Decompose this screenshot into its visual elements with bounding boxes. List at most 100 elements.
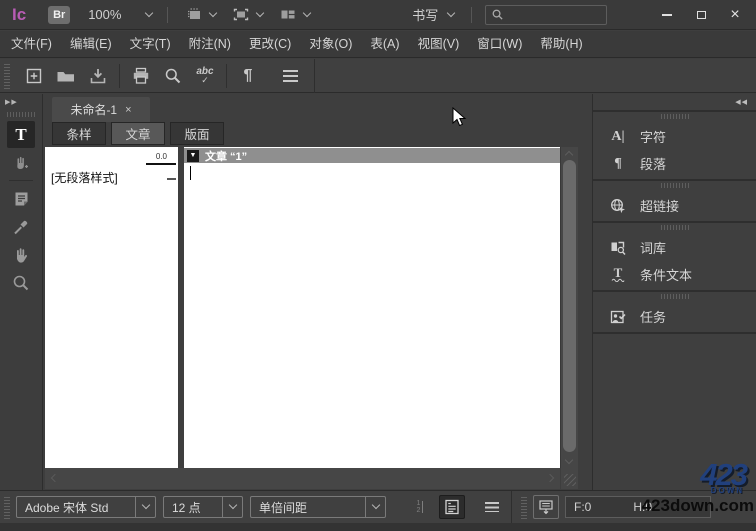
scroll-left-icon[interactable] bbox=[50, 473, 60, 483]
magnifier-icon bbox=[13, 275, 29, 290]
font-family-dropdown[interactable]: Adobe 宋体 Std bbox=[16, 496, 156, 518]
divider bbox=[119, 63, 120, 88]
menu-edit[interactable]: 编辑(E) bbox=[61, 31, 121, 58]
maximize-button[interactable] bbox=[686, 5, 716, 25]
line-numbers-toggle[interactable]: 12 bbox=[407, 495, 433, 519]
assignments-icon bbox=[608, 308, 628, 326]
chevron-down-icon bbox=[144, 8, 154, 17]
zoom-tool-button[interactable] bbox=[7, 269, 35, 296]
minimize-button[interactable] bbox=[652, 5, 682, 25]
dock-group-drag-handle[interactable] bbox=[660, 183, 689, 188]
menu-object[interactable]: 对象(O) bbox=[300, 31, 361, 58]
panel-assignments[interactable]: 任务 bbox=[593, 303, 756, 330]
hand-tool-button[interactable] bbox=[7, 241, 35, 268]
dock-group-drag-handle[interactable] bbox=[660, 294, 689, 299]
divider bbox=[167, 6, 169, 23]
dock-group-drag-handle[interactable] bbox=[660, 225, 689, 230]
eyedropper-tool-button[interactable] bbox=[7, 213, 35, 240]
document-tab[interactable]: 未命名-1 × bbox=[52, 97, 150, 122]
screen-mode-dropdown[interactable] bbox=[224, 4, 271, 26]
close-tab-icon[interactable]: × bbox=[125, 104, 131, 116]
resize-grip-icon[interactable] bbox=[564, 474, 576, 486]
font-size-dropdown[interactable]: 12 点 bbox=[163, 496, 243, 518]
menu-window[interactable]: 窗口(W) bbox=[468, 31, 531, 58]
divider bbox=[314, 58, 315, 93]
workspace-switcher[interactable]: 书写 bbox=[404, 4, 462, 26]
panel-conditional-text[interactable]: T 条件文本 bbox=[593, 261, 756, 288]
leading-dropdown[interactable]: 单倍间距 bbox=[250, 496, 386, 518]
zoom-level-dropdown[interactable]: 100% bbox=[82, 4, 158, 26]
story-editor[interactable]: [无段落样式] 0.0 ▼ 文章 “1” bbox=[45, 147, 578, 468]
watermark: 423 DOWN 423down.com bbox=[642, 459, 754, 514]
panel-paragraph[interactable]: ¶ 段落 bbox=[593, 150, 756, 177]
chevron-down-icon bbox=[135, 497, 155, 517]
save-icon bbox=[90, 68, 106, 83]
leading-value: 单倍间距 bbox=[259, 500, 308, 515]
print-icon bbox=[133, 67, 149, 84]
arrange-documents-dropdown[interactable] bbox=[271, 4, 318, 26]
statusbar-drag-handle[interactable] bbox=[4, 495, 10, 519]
tab-layout-view[interactable]: 版面 bbox=[170, 122, 224, 145]
new-document-button[interactable] bbox=[18, 63, 50, 89]
view-options-dropdown[interactable] bbox=[177, 4, 224, 26]
text-cursor bbox=[190, 166, 191, 180]
panel-hyperlinks[interactable]: 超链接 bbox=[593, 192, 756, 219]
menu-view[interactable]: 视图(V) bbox=[409, 31, 469, 58]
horizontal-scrollbar[interactable] bbox=[45, 468, 560, 489]
vertical-scrollbar-thumb[interactable] bbox=[563, 160, 576, 452]
depth-ruler-toggle[interactable] bbox=[533, 495, 559, 519]
tab-story-view[interactable]: 文章 bbox=[111, 122, 165, 145]
collapse-story-icon[interactable]: ▼ bbox=[187, 149, 199, 162]
type-tool-button[interactable]: T bbox=[7, 121, 35, 148]
menu-type[interactable]: 文字(T) bbox=[121, 31, 180, 58]
vertical-scrollbar[interactable] bbox=[560, 147, 578, 468]
toolbar-drag-handle[interactable] bbox=[4, 62, 10, 89]
scroll-right-icon[interactable] bbox=[545, 473, 555, 483]
menu-notes[interactable]: 附注(N) bbox=[180, 31, 240, 58]
panel-thesaurus[interactable]: 词库 bbox=[593, 234, 756, 261]
application-toolbar: abc ✓ ¶ bbox=[0, 58, 756, 93]
save-button[interactable] bbox=[82, 63, 114, 89]
dock-group-drag-handle[interactable] bbox=[660, 114, 689, 119]
tools-panel: ▶▶ T bbox=[0, 94, 43, 490]
font-size-value: 12 点 bbox=[172, 500, 201, 515]
panel-character[interactable]: A| 字符 bbox=[593, 123, 756, 150]
view-tabs: 条样 文章 版面 bbox=[52, 122, 224, 145]
statusbar-drag-handle[interactable] bbox=[521, 495, 527, 519]
menu-table[interactable]: 表(A) bbox=[361, 31, 408, 58]
info-column-toggle[interactable] bbox=[439, 495, 465, 519]
spell-check-button[interactable]: abc ✓ bbox=[189, 63, 221, 89]
dock-empty-area bbox=[593, 332, 756, 396]
search-box[interactable] bbox=[485, 4, 608, 25]
tools-panel-drag-handle[interactable] bbox=[7, 112, 35, 117]
menu-file[interactable]: 文件(F) bbox=[2, 31, 61, 58]
scroll-up-icon[interactable] bbox=[564, 150, 574, 160]
note-tool-button[interactable] bbox=[7, 185, 35, 212]
position-tool-button[interactable] bbox=[7, 149, 35, 176]
window-controls: × bbox=[648, 5, 750, 25]
dock-group-text: A| 字符 ¶ 段落 bbox=[593, 110, 756, 179]
find-change-button[interactable] bbox=[157, 63, 189, 89]
hyperlink-icon bbox=[608, 197, 628, 215]
search-input[interactable] bbox=[504, 7, 602, 22]
open-button[interactable] bbox=[50, 63, 82, 89]
divider bbox=[471, 6, 473, 23]
document-area: 未命名-1 × 条样 文章 版面 [无段落样式] 0.0 ▼ 文章 “1” bbox=[44, 94, 591, 490]
menu-changes[interactable]: 更改(C) bbox=[240, 31, 300, 58]
close-button[interactable]: × bbox=[720, 5, 750, 25]
scrollbar-corner bbox=[561, 468, 578, 489]
font-family-value: Adobe 宋体 Std bbox=[25, 500, 109, 515]
collapse-dock-button[interactable]: ◀◀ bbox=[593, 94, 756, 110]
toolbar-menu-button[interactable] bbox=[274, 63, 306, 89]
print-button[interactable] bbox=[125, 63, 157, 89]
bridge-button[interactable]: Br bbox=[48, 5, 71, 24]
scroll-down-icon[interactable] bbox=[564, 455, 574, 465]
story-header[interactable]: ▼ 文章 “1” bbox=[184, 148, 560, 163]
story-text-area[interactable]: ▼ 文章 “1” bbox=[184, 147, 560, 468]
statusbar-menu-button[interactable] bbox=[479, 495, 505, 519]
show-hidden-characters-button[interactable]: ¶ bbox=[232, 63, 264, 89]
menu-bar: 文件(F) 编辑(E) 文字(T) 附注(N) 更改(C) 对象(O) 表(A)… bbox=[0, 31, 756, 58]
tab-galley-view[interactable]: 条样 bbox=[52, 122, 106, 145]
menu-help[interactable]: 帮助(H) bbox=[531, 31, 591, 58]
tools-panel-expand[interactable]: ▶▶ bbox=[0, 94, 42, 110]
